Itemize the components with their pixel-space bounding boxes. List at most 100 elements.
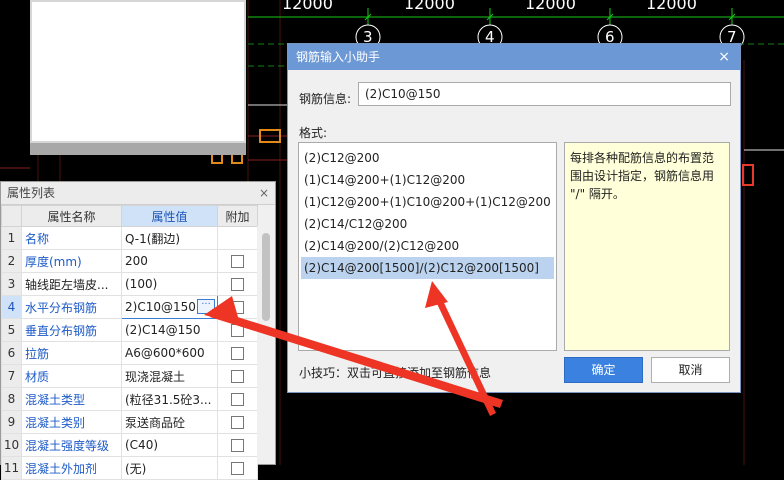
property-value[interactable]: (C40) [121,433,218,457]
extra-cell [217,433,258,457]
property-table: 属性名称 属性值 附加 1 名称 Q-1(翻边) 2 厚度(mm) 200 3 轴线距左墙皮.… [1,205,258,480]
row-index[interactable]: 2 [1,249,22,273]
table-row[interactable]: 8 混凝土类型 (粒径31.5砼3... [1,387,258,411]
property-list-title: 属性列表 × [1,182,275,205]
extra-cell [217,272,258,296]
row-index[interactable]: 1 [1,226,22,250]
rebar-info-label: 钢筋信息: [299,92,352,106]
property-name: 拉筋 [21,341,122,365]
property-value[interactable]: 泵送商品砼 [121,410,218,434]
table-row[interactable]: 1 名称 Q-1(翻边) [1,226,258,250]
checkbox[interactable] [231,370,244,383]
property-name: 垂直分布钢筋 [21,318,122,342]
column-header-index [1,205,22,227]
rebar-info-input[interactable]: (2)C10@150 [358,82,731,106]
table-row[interactable]: 10 混凝土强度等级 (C40) [1,433,258,457]
ellipsis-icon[interactable]: ··· [197,299,215,314]
checkbox[interactable] [231,278,244,291]
row-index[interactable]: 11 [1,456,22,480]
property-name: 名称 [21,226,122,250]
property-value[interactable]: A6@600*600 [121,341,218,365]
row-index[interactable]: 6 [1,341,22,365]
table-row[interactable]: 2 厚度(mm) 200 [1,249,258,273]
format-list-item[interactable]: (2)C14@200/(2)C12@200 [299,235,556,257]
table-row[interactable]: 5 垂直分布钢筋 (2)C14@150 [1,318,258,342]
property-name: 混凝土强度等级 [21,433,122,457]
property-value[interactable]: Q-1(翻边) [121,226,218,250]
column-header-value[interactable]: 属性值 [121,205,218,227]
checkbox[interactable] [231,347,244,360]
checkbox[interactable] [231,324,244,337]
format-list-item[interactable]: (2)C14/C12@200 [299,213,556,235]
row-index[interactable]: 8 [1,387,22,411]
property-value-editor[interactable]: 2)C10@150 ··· [121,295,218,319]
checkbox[interactable] [231,301,244,314]
extra-cell [217,387,258,411]
table-header-row: 属性名称 属性值 附加 [1,205,258,227]
format-list-item[interactable]: (2)C12@200 [299,147,556,169]
row-index[interactable]: 7 [1,364,22,388]
format-list[interactable]: (2)C12@200 (1)C14@200+(1)C12@200 (1)C12@… [298,142,557,351]
checkbox[interactable] [231,393,244,406]
column-header-name[interactable]: 属性名称 [21,205,122,227]
row-index[interactable]: 5 [1,318,22,342]
dimension-label: 12000 [646,0,697,13]
extra-cell [217,249,258,273]
row-index[interactable]: 9 [1,410,22,434]
cancel-button[interactable]: 取消 [651,357,730,383]
extra-cell [217,410,258,434]
checkbox[interactable] [231,416,244,429]
property-name: 混凝土外加剂 [21,456,122,480]
property-value[interactable]: (粒径31.5砼3... [121,387,218,411]
close-icon[interactable]: × [718,44,730,70]
checkbox[interactable] [231,255,244,268]
format-list-item[interactable]: (1)C12@200+(1)C10@200+(1)C12@200 [299,191,556,213]
rebar-input-dialog: 钢筋输入小助手 × 钢筋信息: (2)C10@150 格式: (2)C12@20… [287,43,741,393]
extra-cell [217,295,258,319]
table-row[interactable]: 7 材质 现浇混凝土 [1,364,258,388]
row-index[interactable]: 10 [1,433,22,457]
dimension-label: 12000 [404,0,455,13]
format-list-item-selected[interactable]: (2)C14@200[1500]/(2)C12@200[1500] [301,257,554,279]
property-value[interactable]: (2)C14@150 [121,318,218,342]
extra-cell [217,364,258,388]
tip-text: 小技巧：双击可直接添加至钢筋信息 [299,366,492,380]
property-value[interactable]: (100) [121,272,218,296]
format-hint-box: 每排各种配筋信息的布置范围由设计指定，钢筋信息用 "/" 隔开。 [564,142,730,351]
extra-cell [217,456,258,480]
dialog-title: 钢筋输入小助手 [296,50,381,64]
column-header-extra[interactable]: 附加 [217,205,258,227]
white-preview-panel [30,0,246,143]
extra-cell [217,341,258,365]
checkbox[interactable] [231,439,244,452]
extra-cell [217,318,258,342]
property-name: 材质 [21,364,122,388]
row-index[interactable]: 3 [1,272,22,296]
property-value-text[interactable]: 2)C10@150 [125,300,196,314]
table-row[interactable]: 9 混凝土类别 泵送商品砼 [1,410,258,434]
format-list-item[interactable]: (1)C14@200+(1)C12@200 [299,169,556,191]
table-row[interactable]: 4 水平分布钢筋 2)C10@150 ··· [1,295,258,319]
property-name: 轴线距左墙皮... [21,272,122,296]
scrollbar-thumb[interactable] [262,233,270,321]
vertical-scrollbar[interactable] [257,226,275,464]
extra-cell [217,226,258,250]
table-row[interactable]: 6 拉筋 A6@600*600 [1,341,258,365]
property-value[interactable]: 200 [121,249,218,273]
property-value[interactable]: 现浇混凝土 [121,364,218,388]
ok-button[interactable]: 确定 [564,357,643,383]
dialog-titlebar[interactable]: 钢筋输入小助手 × [288,44,740,70]
property-name: 混凝土类型 [21,387,122,411]
checkbox[interactable] [231,462,244,475]
property-value[interactable]: (无) [121,456,218,480]
close-icon[interactable]: × [259,182,269,204]
dimension-label: 12000 [525,0,576,13]
property-name: 水平分布钢筋 [21,295,122,319]
table-row[interactable]: 3 轴线距左墙皮... (100) [1,272,258,296]
format-label: 格式: [299,126,328,140]
panel-shadow [30,143,246,155]
table-row[interactable]: 11 混凝土外加剂 (无) [1,456,258,480]
row-index[interactable]: 4 [1,295,22,319]
dimension-label: 12000 [282,0,333,13]
property-name: 厚度(mm) [21,249,122,273]
